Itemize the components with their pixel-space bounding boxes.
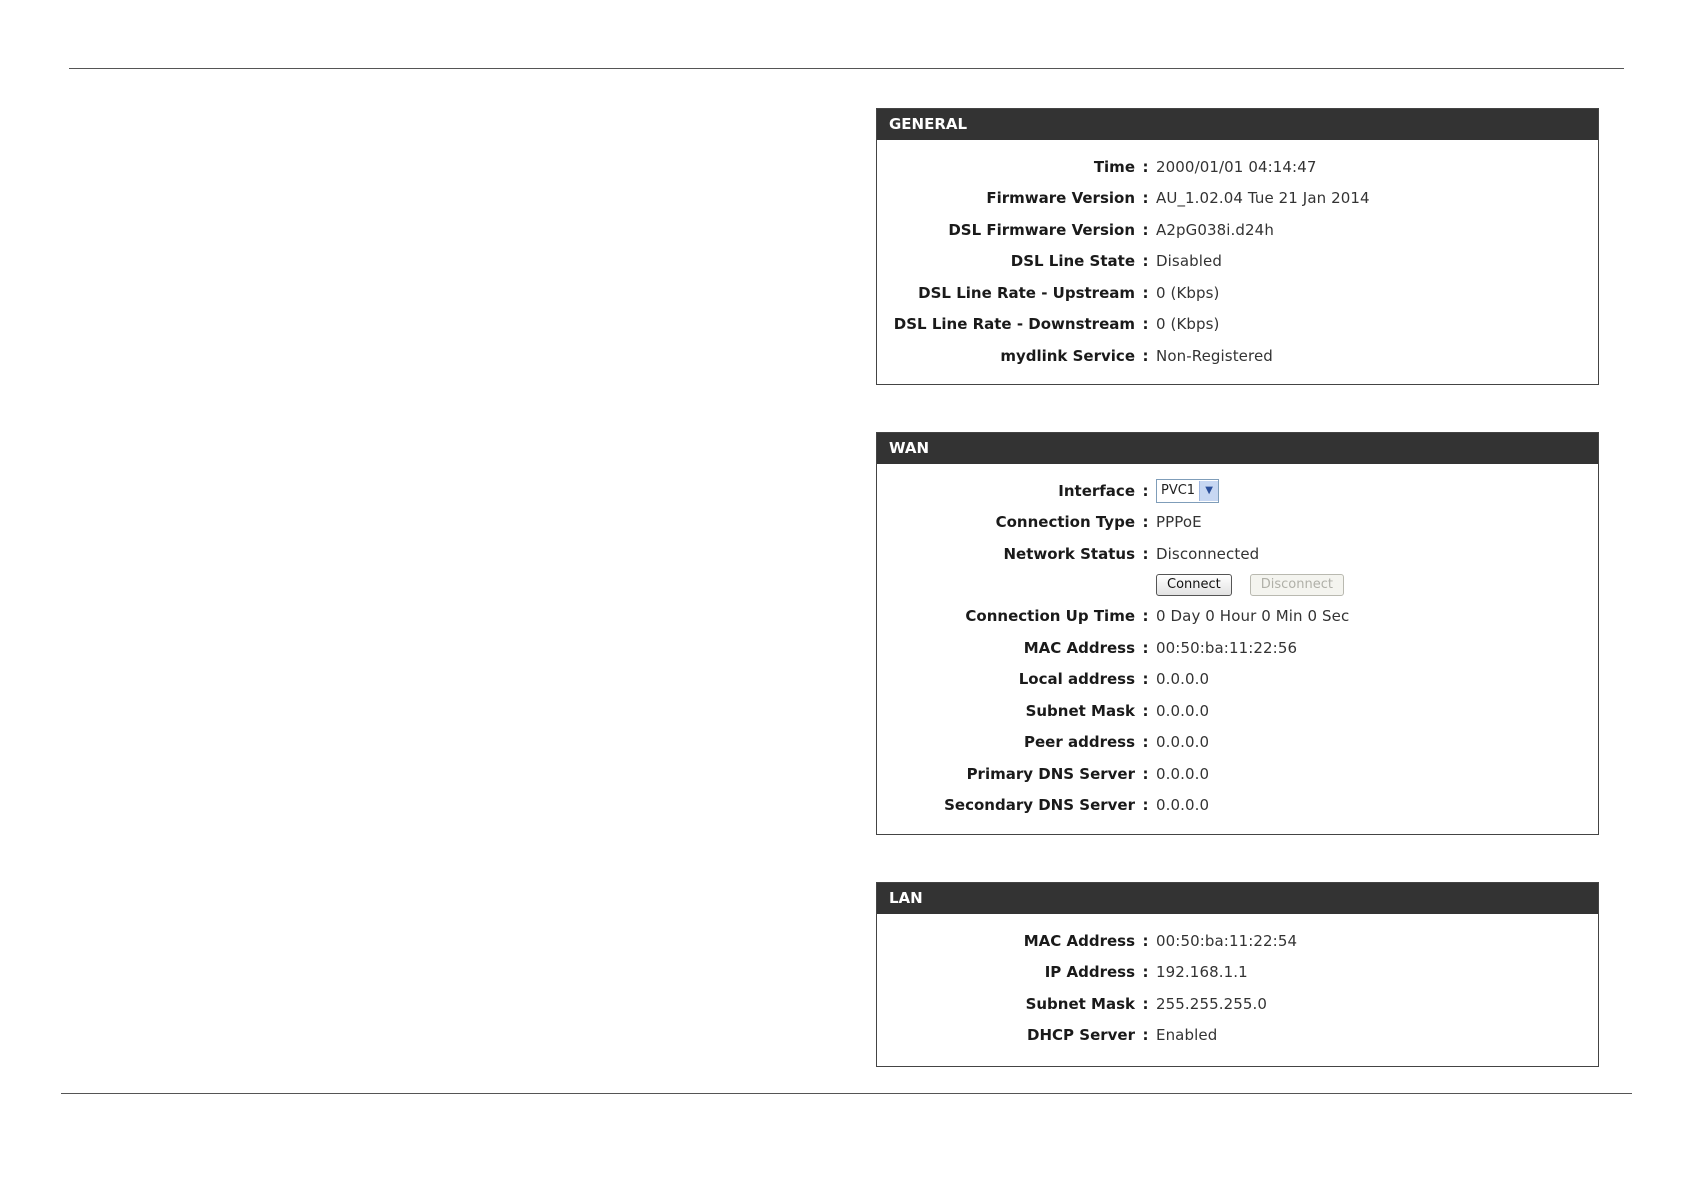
row-colon: : [1142, 733, 1149, 752]
row-colon: : [1142, 701, 1149, 720]
row-colon: : [1142, 346, 1149, 365]
row-colon: : [1142, 994, 1149, 1013]
wan-row-local-address: Local address:0.0.0.0 [877, 664, 1598, 696]
row-value: Disconnected [1156, 544, 1260, 563]
row-value: A2pG038i.d24h [1156, 220, 1274, 239]
wan-row-network-status: Network Status: Disconnected [877, 538, 1598, 570]
row-value: 0.0.0.0 [1156, 733, 1210, 752]
row-value: 0 (Kbps) [1156, 315, 1220, 334]
row-label: Interface [1058, 481, 1135, 500]
row-value: 2000/01/01 04:14:47 [1156, 157, 1317, 176]
row-colon: : [1142, 513, 1149, 532]
wan-row-connection-type: Connection Type: PPPoE [877, 507, 1598, 539]
general-header: GENERAL [877, 109, 1598, 140]
general-row-upstream: DSL Line Rate - Upstream:0 (Kbps) [877, 277, 1598, 309]
row-label: DSL Firmware Version [948, 220, 1135, 239]
row-value: 0.0.0.0 [1156, 701, 1210, 720]
connect-button[interactable]: Connect [1156, 574, 1232, 596]
general-row-dsl-firmware: DSL Firmware Version: A2pG038i.d24h [877, 214, 1598, 246]
wan-row-secondary-dns: Secondary DNS Server:0.0.0.0 [877, 790, 1598, 822]
general-row-firmware: Firmware Version: AU_1.02.04 Tue 21 Jan 2… [877, 183, 1598, 215]
row-label: Secondary DNS Server [944, 796, 1135, 815]
row-label: DSL Line Rate - Upstream [918, 283, 1135, 302]
wan-row-primary-dns: Primary DNS Server:0.0.0.0 [877, 758, 1598, 790]
interface-select[interactable]: PVC1 ▼ [1156, 478, 1220, 503]
row-colon: : [1142, 931, 1149, 950]
row-label: Primary DNS Server [966, 764, 1135, 783]
general-row-dsl-state: DSL Line State: Disabled [877, 246, 1598, 278]
row-colon: : [1142, 189, 1149, 208]
row-value: PPPoE [1156, 513, 1202, 532]
row-colon: : [1142, 220, 1149, 239]
wan-row-peer: Peer address:0.0.0.0 [877, 727, 1598, 759]
row-value: Disabled [1156, 252, 1222, 271]
row-label: DHCP Server [1027, 1026, 1135, 1045]
general-row-downstream: DSL Line Rate - Downstream:0 (Kbps) [877, 309, 1598, 341]
row-value: 192.168.1.1 [1156, 963, 1248, 982]
top-divider [69, 68, 1624, 69]
row-label: Peer address [1024, 733, 1135, 752]
lan-row-dhcp: DHCP Server: Enabled [877, 1020, 1598, 1052]
lan-row-ip: IP Address:192.168.1.1 [877, 957, 1598, 989]
row-colon: : [1142, 670, 1149, 689]
row-value: 0 (Kbps) [1156, 283, 1220, 302]
row-colon: : [1142, 283, 1149, 302]
row-label: MAC Address [1023, 638, 1135, 657]
lan-row-subnet: Subnet Mask:255.255.255.0 [877, 988, 1598, 1020]
row-label: Subnet Mask [1025, 994, 1135, 1013]
row-label: MAC Address [1023, 931, 1135, 950]
wan-row-buttons: Connect Disconnect [877, 570, 1598, 601]
wan-panel: WAN Interface: PVC1 ▼ Connection Type: PP… [876, 432, 1599, 835]
row-label: mydlink Service [1000, 346, 1135, 365]
general-panel: GENERAL Time:2000/01/01 04:14:47 Firmwar… [876, 108, 1599, 385]
row-colon: : [1142, 607, 1149, 626]
row-label: DSL Line Rate - Downstream [893, 315, 1135, 334]
general-row-time: Time:2000/01/01 04:14:47 [877, 151, 1598, 183]
row-value: AU_1.02.04 Tue 21 Jan 2014 [1156, 189, 1370, 208]
row-label: Connection Type [995, 513, 1135, 532]
row-label: Local address [1018, 670, 1135, 689]
interface-select-value: PVC1 [1161, 483, 1196, 499]
row-value: 00:50:ba:11:22:54 [1156, 931, 1298, 950]
row-colon: : [1142, 1026, 1149, 1045]
row-value: 0.0.0.0 [1156, 764, 1210, 783]
general-row-mydlink: mydlink Service: Non-Registered [877, 340, 1598, 372]
bottom-divider [61, 1093, 1632, 1094]
wan-row-mac: MAC Address:00:50:ba:11:22:56 [877, 632, 1598, 664]
row-colon: : [1142, 481, 1149, 500]
wan-row-interface: Interface: PVC1 ▼ [877, 475, 1598, 507]
row-colon: : [1142, 157, 1149, 176]
row-label: Subnet Mask [1025, 701, 1135, 720]
row-label: Connection Up Time [965, 607, 1135, 626]
row-value: Enabled [1156, 1026, 1218, 1045]
lan-row-mac: MAC Address:00:50:ba:11:22:54 [877, 925, 1598, 957]
row-colon: : [1142, 796, 1149, 815]
row-colon: : [1142, 252, 1149, 271]
disconnect-button[interactable]: Disconnect [1249, 574, 1344, 596]
lan-header: LAN [877, 883, 1598, 914]
wan-row-uptime: Connection Up Time:0 Day 0 Hour 0 Min 0 … [877, 601, 1598, 633]
row-value: Non-Registered [1156, 346, 1273, 365]
wan-header: WAN [877, 433, 1598, 464]
row-value: 0.0.0.0 [1156, 670, 1210, 689]
row-label: Time [1093, 157, 1135, 176]
row-value: 00:50:ba:11:22:56 [1156, 638, 1298, 657]
row-value: 0 Day 0 Hour 0 Min 0 Sec [1156, 607, 1350, 626]
row-value: 0.0.0.0 [1156, 796, 1210, 815]
row-label: IP Address [1044, 963, 1135, 982]
wan-row-subnet: Subnet Mask:0.0.0.0 [877, 695, 1598, 727]
row-colon: : [1142, 764, 1149, 783]
row-colon: : [1142, 315, 1149, 334]
row-colon: : [1142, 638, 1149, 657]
row-label: DSL Line State [1010, 252, 1135, 271]
row-value: 255.255.255.0 [1156, 994, 1268, 1013]
chevron-down-icon[interactable]: ▼ [1199, 480, 1219, 501]
row-label: Firmware Version [986, 189, 1135, 208]
lan-panel: LAN MAC Address:00:50:ba:11:22:54 IP Add… [876, 882, 1599, 1067]
row-colon: : [1142, 544, 1149, 563]
row-colon: : [1142, 963, 1149, 982]
row-label: Network Status [1003, 544, 1135, 563]
